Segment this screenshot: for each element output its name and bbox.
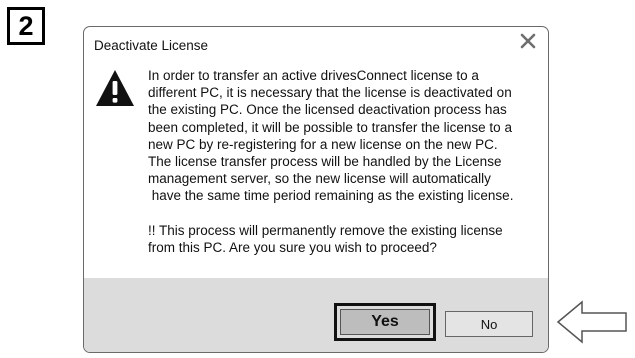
close-button[interactable] [518, 31, 538, 51]
warning-triangle-icon [96, 70, 134, 106]
dialog-title-bar: Deactivate License [84, 27, 548, 57]
message-line: from this PC. Are you sure you wish to p… [148, 239, 437, 255]
deactivate-license-dialog: Deactivate License In order to transfer … [83, 26, 549, 353]
close-x-icon [520, 33, 536, 49]
no-button[interactable]: No [445, 311, 533, 337]
message-line: new PC by re-registering for a new licen… [148, 136, 498, 152]
message-line: the existing PC. Once the licensed deact… [148, 102, 507, 118]
message-line: In order to transfer an active drivesCon… [148, 68, 479, 83]
message-line: The license transfer process will be han… [148, 154, 502, 170]
instruction-figure: 2 Deactivate License In order to transfe… [0, 0, 635, 358]
message-line: have the same time period remaining as t… [148, 188, 514, 204]
left-arrow-icon [556, 300, 627, 344]
message-line: different PC, it is necessary that the l… [148, 85, 512, 101]
dialog-title: Deactivate License [94, 38, 209, 53]
dialog-message: In order to transfer an active drivesCon… [148, 67, 544, 256]
step-number-badge: 2 [7, 7, 45, 45]
message-line: management server, so the new license wi… [148, 171, 491, 187]
message-line: been completed, it will be possible to t… [148, 119, 512, 135]
yes-button[interactable]: Yes [340, 309, 430, 335]
message-line: !! This process will permanently remove … [148, 222, 503, 238]
